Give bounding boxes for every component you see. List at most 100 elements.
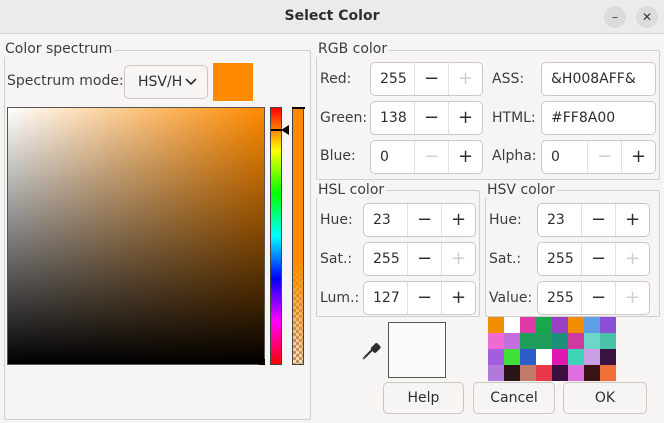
- hsv-hue-spinbox[interactable]: 23 − +: [537, 203, 650, 237]
- color-swatch[interactable]: [520, 349, 536, 365]
- spectrum-mode-label: Spectrum mode:: [7, 73, 124, 89]
- minimize-button[interactable]: –: [604, 6, 626, 28]
- alpha-spinbox[interactable]: 0 − +: [541, 140, 656, 174]
- color-swatch[interactable]: [488, 349, 504, 365]
- green-value[interactable]: 138: [371, 102, 414, 134]
- blue-decrement-button[interactable]: −: [414, 141, 448, 173]
- hsl-hue-decrement-button[interactable]: −: [407, 204, 441, 236]
- hsv-hue-increment-button[interactable]: +: [615, 204, 649, 236]
- hsv-hue-decrement-button[interactable]: −: [581, 204, 615, 236]
- green-spinbox[interactable]: 138 − +: [370, 101, 483, 135]
- blue-value[interactable]: 0: [371, 141, 414, 173]
- color-swatch[interactable]: [536, 317, 552, 333]
- color-swatch[interactable]: [584, 317, 600, 333]
- hsv-sat-spinbox[interactable]: 255 − +: [537, 242, 650, 276]
- red-spinbox[interactable]: 255 − +: [370, 62, 483, 96]
- green-increment-button[interactable]: +: [448, 102, 482, 134]
- hsl-hue-value[interactable]: 23: [364, 204, 407, 236]
- hsv-sat-increment-button[interactable]: +: [615, 243, 649, 275]
- alpha-label: Alpha:: [492, 148, 537, 164]
- color-swatch[interactable]: [488, 317, 504, 333]
- red-value[interactable]: 255: [371, 63, 414, 95]
- help-button[interactable]: Help: [383, 382, 464, 414]
- hsl-lum-value[interactable]: 127: [364, 282, 407, 314]
- hsv-value-decrement-button[interactable]: −: [581, 282, 615, 314]
- red-decrement-button[interactable]: −: [414, 63, 448, 95]
- color-swatch[interactable]: [552, 349, 568, 365]
- hsl-sat-label: Sat.:: [320, 251, 353, 267]
- green-label: Green:: [320, 110, 368, 126]
- alpha-decrement-button[interactable]: −: [587, 141, 621, 173]
- cancel-button[interactable]: Cancel: [473, 382, 555, 414]
- color-swatch[interactable]: [536, 365, 552, 381]
- color-swatch[interactable]: [568, 333, 584, 349]
- hsv-sat-decrement-button[interactable]: −: [581, 243, 615, 275]
- alpha-increment-button[interactable]: +: [621, 141, 655, 173]
- color-swatch[interactable]: [568, 317, 584, 333]
- current-color-preview: [213, 63, 253, 101]
- ok-button[interactable]: OK: [563, 382, 647, 414]
- html-field[interactable]: #FF8A00: [541, 101, 656, 135]
- color-swatch[interactable]: [552, 333, 568, 349]
- color-swatch[interactable]: [488, 333, 504, 349]
- hsv-value-value[interactable]: 255: [538, 282, 581, 314]
- hsl-lum-spinbox[interactable]: 127 − +: [363, 281, 476, 315]
- hsl-hue-spinbox[interactable]: 23 − +: [363, 203, 476, 237]
- alpha-slider-handle[interactable]: [292, 107, 305, 109]
- blue-increment-button[interactable]: +: [448, 141, 482, 173]
- hsl-lum-decrement-button[interactable]: −: [407, 282, 441, 314]
- hsl-sat-value[interactable]: 255: [364, 243, 407, 275]
- color-swatch[interactable]: [600, 333, 616, 349]
- color-swatch[interactable]: [552, 365, 568, 381]
- green-decrement-button[interactable]: −: [414, 102, 448, 134]
- red-increment-button[interactable]: +: [448, 63, 482, 95]
- window-title: Select Color: [284, 8, 380, 24]
- saturation-value-square[interactable]: [7, 107, 265, 365]
- color-swatch[interactable]: [520, 365, 536, 381]
- red-label: Red:: [320, 71, 352, 87]
- hsv-hue-value[interactable]: 23: [538, 204, 581, 236]
- eyedropper-icon[interactable]: [361, 339, 383, 361]
- color-swatch[interactable]: [520, 317, 536, 333]
- color-swatch[interactable]: [584, 333, 600, 349]
- hsv-value-increment-button[interactable]: +: [615, 282, 649, 314]
- color-swatch[interactable]: [568, 365, 584, 381]
- ass-field[interactable]: &H008AFF&: [541, 62, 656, 96]
- color-swatch[interactable]: [504, 365, 520, 381]
- hsl-sat-decrement-button[interactable]: −: [407, 243, 441, 275]
- color-swatch[interactable]: [536, 349, 552, 365]
- hsl-sat-increment-button[interactable]: +: [441, 243, 475, 275]
- color-swatch[interactable]: [600, 365, 616, 381]
- hsl-color-label: HSL color: [316, 182, 387, 198]
- color-swatch[interactable]: [504, 317, 520, 333]
- close-button[interactable]: ✕: [636, 6, 658, 28]
- close-icon: ✕: [641, 10, 653, 24]
- hsv-color-label: HSV color: [485, 182, 557, 198]
- alpha-slider[interactable]: [292, 107, 304, 365]
- spectrum-mode-dropdown[interactable]: HSV/H: [124, 65, 208, 99]
- color-swatch[interactable]: [504, 349, 520, 365]
- color-swatch[interactable]: [600, 317, 616, 333]
- color-swatch[interactable]: [600, 349, 616, 365]
- color-swatch[interactable]: [504, 333, 520, 349]
- hsv-sat-label: Sat.:: [489, 251, 522, 267]
- spectrum-mode-value: HSV/H: [138, 74, 183, 90]
- color-swatch[interactable]: [488, 365, 504, 381]
- hsl-sat-spinbox[interactable]: 255 − +: [363, 242, 476, 276]
- color-swatch[interactable]: [568, 349, 584, 365]
- color-swatch[interactable]: [584, 349, 600, 365]
- hue-slider[interactable]: [270, 107, 282, 365]
- hsv-sat-value[interactable]: 255: [538, 243, 581, 275]
- blue-spinbox[interactable]: 0 − +: [370, 140, 483, 174]
- color-swatch[interactable]: [584, 365, 600, 381]
- color-swatch[interactable]: [552, 317, 568, 333]
- color-swatch[interactable]: [520, 333, 536, 349]
- hsl-hue-label: Hue:: [320, 212, 353, 228]
- color-swatch[interactable]: [536, 333, 552, 349]
- hsl-lum-increment-button[interactable]: +: [441, 282, 475, 314]
- ass-label: ASS:: [492, 71, 525, 87]
- blue-label: Blue:: [320, 148, 356, 164]
- hsv-value-spinbox[interactable]: 255 − +: [537, 281, 650, 315]
- alpha-value[interactable]: 0: [542, 141, 587, 173]
- hsl-hue-increment-button[interactable]: +: [441, 204, 475, 236]
